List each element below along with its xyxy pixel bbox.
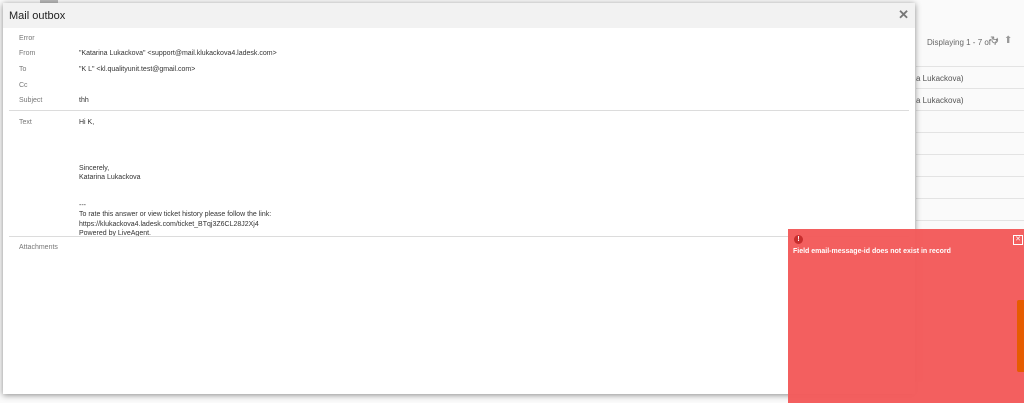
error-label: Error bbox=[19, 35, 35, 42]
dialog-title: Mail outbox bbox=[9, 10, 66, 22]
arrow-up-icon[interactable]: ⬆ bbox=[1004, 35, 1012, 46]
list-item[interactable] bbox=[916, 199, 1024, 221]
divider bbox=[9, 236, 909, 237]
error-notification: ! ✕ Field email-message-id does not exis… bbox=[788, 229, 1024, 403]
list-item[interactable]: a Lukackova) bbox=[916, 89, 1024, 111]
subject-value: thh bbox=[79, 97, 89, 104]
error-icon: ! bbox=[794, 235, 803, 244]
refresh-icon[interactable]: ↻ bbox=[990, 34, 999, 47]
text-label: Text bbox=[19, 119, 32, 126]
signature-line: Katarina Lukackova bbox=[79, 174, 141, 181]
from-value: "Katarina Lukackova" <support@mail.kluka… bbox=[79, 50, 277, 57]
powered-by-line: Powered by LiveAgent. bbox=[79, 230, 151, 237]
list-item[interactable]: a Lukackova) bbox=[916, 66, 1024, 89]
pagination-info: Displaying 1 - 7 of 7 bbox=[927, 38, 998, 47]
to-label: To bbox=[19, 66, 27, 73]
message-body: Hi K, Sincerely, Katarina Lukackova --- … bbox=[79, 118, 271, 239]
notification-message: Field email-message-id does not exist in… bbox=[793, 248, 951, 255]
divider bbox=[9, 110, 909, 111]
list-item[interactable] bbox=[916, 155, 1024, 177]
closing-line: Sincerely, bbox=[79, 164, 110, 172]
dialog-header: Mail outbox ✕ bbox=[3, 3, 915, 28]
separator-line: --- bbox=[79, 201, 86, 209]
side-widget-tab[interactable] bbox=[1017, 300, 1024, 372]
list-item[interactable] bbox=[916, 111, 1024, 133]
greeting-line: Hi K, bbox=[79, 119, 95, 126]
from-label: From bbox=[19, 50, 36, 57]
subject-label: Subject bbox=[19, 97, 43, 104]
background-list: a Lukackova) a Lukackova) bbox=[916, 66, 1024, 221]
close-icon[interactable]: ✕ bbox=[1013, 235, 1023, 245]
list-item[interactable] bbox=[916, 133, 1024, 155]
rate-line: To rate this answer or view ticket histo… bbox=[79, 211, 272, 218]
ticket-link[interactable]: https://klukackova4.ladesk.com/ticket_BT… bbox=[79, 220, 271, 230]
cc-label: Cc bbox=[19, 82, 28, 89]
mail-outbox-dialog: Mail outbox ✕ Error From "Katarina Lukac… bbox=[3, 3, 915, 394]
list-item[interactable] bbox=[916, 177, 1024, 199]
close-icon[interactable]: ✕ bbox=[898, 7, 909, 23]
to-value: "K L" <kl.qualityunit.test@gmail.com> bbox=[79, 66, 196, 73]
attachments-label: Attachments bbox=[19, 244, 58, 251]
